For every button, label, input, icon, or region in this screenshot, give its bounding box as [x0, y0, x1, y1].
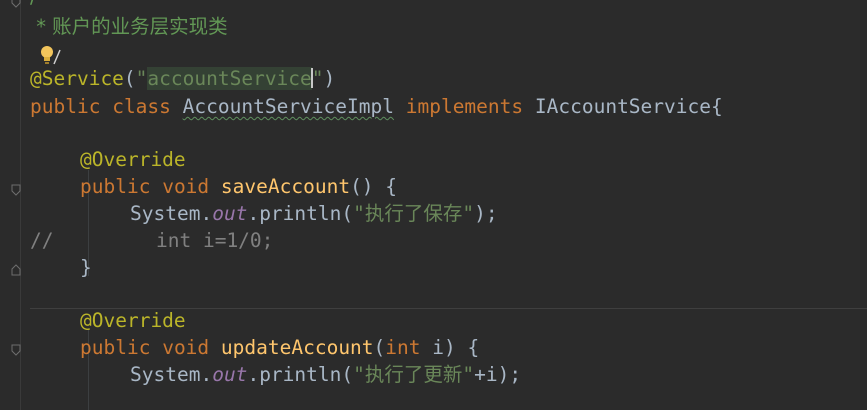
println-call: println: [259, 363, 342, 386]
code-line: }: [80, 255, 92, 281]
paren: (: [341, 363, 354, 386]
paren: ): [323, 67, 336, 90]
method-name-save: saveAccount: [220, 175, 351, 198]
code-line: System.out.println("执行了更新"+i);: [130, 362, 521, 388]
code-line: public class AccountServiceImpl implemen…: [30, 94, 723, 120]
update-string: "执行了更新": [353, 363, 475, 386]
method-param: i) {: [420, 336, 480, 359]
keyword-void: void: [162, 336, 210, 359]
code-line: * 账户的业务层实现类: [30, 14, 228, 40]
method-name-update: updateAccount: [220, 336, 374, 359]
code-line: public void updateAccount(int i) {: [80, 335, 479, 361]
quote: ": [135, 67, 148, 90]
brace: {: [711, 95, 723, 118]
out-field: out: [212, 202, 248, 225]
class-name: AccountServiceImpl: [182, 95, 394, 118]
method-signature: () {: [350, 175, 398, 198]
fold-marker-icon[interactable]: [11, 344, 21, 356]
paren: (: [123, 67, 136, 90]
doc-comment-open: /**: [30, 0, 56, 8]
statement-end: +i);: [474, 363, 522, 386]
fold-marker-icon[interactable]: [11, 264, 21, 276]
fold-marker-icon[interactable]: [11, 0, 21, 8]
keyword-public: public: [30, 95, 101, 118]
system-class: System: [130, 363, 201, 386]
quote: ": [311, 67, 324, 90]
dot: .: [200, 202, 213, 225]
service-name-string: accountService: [147, 67, 312, 90]
code-line: @Service("accountService"): [30, 66, 335, 92]
override-annotation: @Override: [80, 148, 186, 171]
code-line: /**: [30, 0, 56, 10]
keyword-public: public: [80, 336, 151, 359]
paren: (: [341, 202, 354, 225]
dot: .: [247, 202, 260, 225]
code-editor[interactable]: /** * 账户的业务层实现类 @Service("accountService…: [0, 0, 867, 410]
keyword-void: void: [162, 175, 210, 198]
commented-code: int i=1/0;: [156, 229, 274, 252]
code-line: System.out.println("执行了保存");: [130, 201, 498, 227]
code-line: int i=1/0;: [156, 228, 273, 254]
code-line: public void saveAccount() {: [80, 174, 397, 200]
doc-comment-star: *: [30, 15, 53, 38]
paren: (: [373, 336, 386, 359]
system-class: System: [130, 202, 201, 225]
save-string: "执行了保存": [353, 202, 475, 225]
brace: }: [80, 256, 92, 279]
line-comment-marker: //: [30, 229, 54, 252]
out-field: out: [212, 363, 248, 386]
code-line: @Override: [80, 147, 186, 173]
println-call: println: [259, 202, 342, 225]
fold-marker-icon[interactable]: [11, 184, 21, 196]
keyword-class: class: [112, 95, 171, 118]
service-annotation: @Service: [30, 67, 124, 90]
lightbulb-intention-icon[interactable]: [38, 44, 68, 68]
code-line: @Override: [80, 308, 186, 334]
override-annotation: @Override: [80, 309, 186, 332]
keyword-int: int: [385, 336, 421, 359]
dot: .: [200, 363, 213, 386]
statement-end: );: [474, 202, 498, 225]
doc-comment-text: 账户的业务层实现类: [52, 15, 228, 38]
interface-name: IAccountService: [534, 95, 711, 118]
dot: .: [247, 363, 260, 386]
keyword-public: public: [80, 175, 151, 198]
keyword-implements: implements: [405, 95, 524, 118]
code-line: //: [30, 228, 53, 254]
